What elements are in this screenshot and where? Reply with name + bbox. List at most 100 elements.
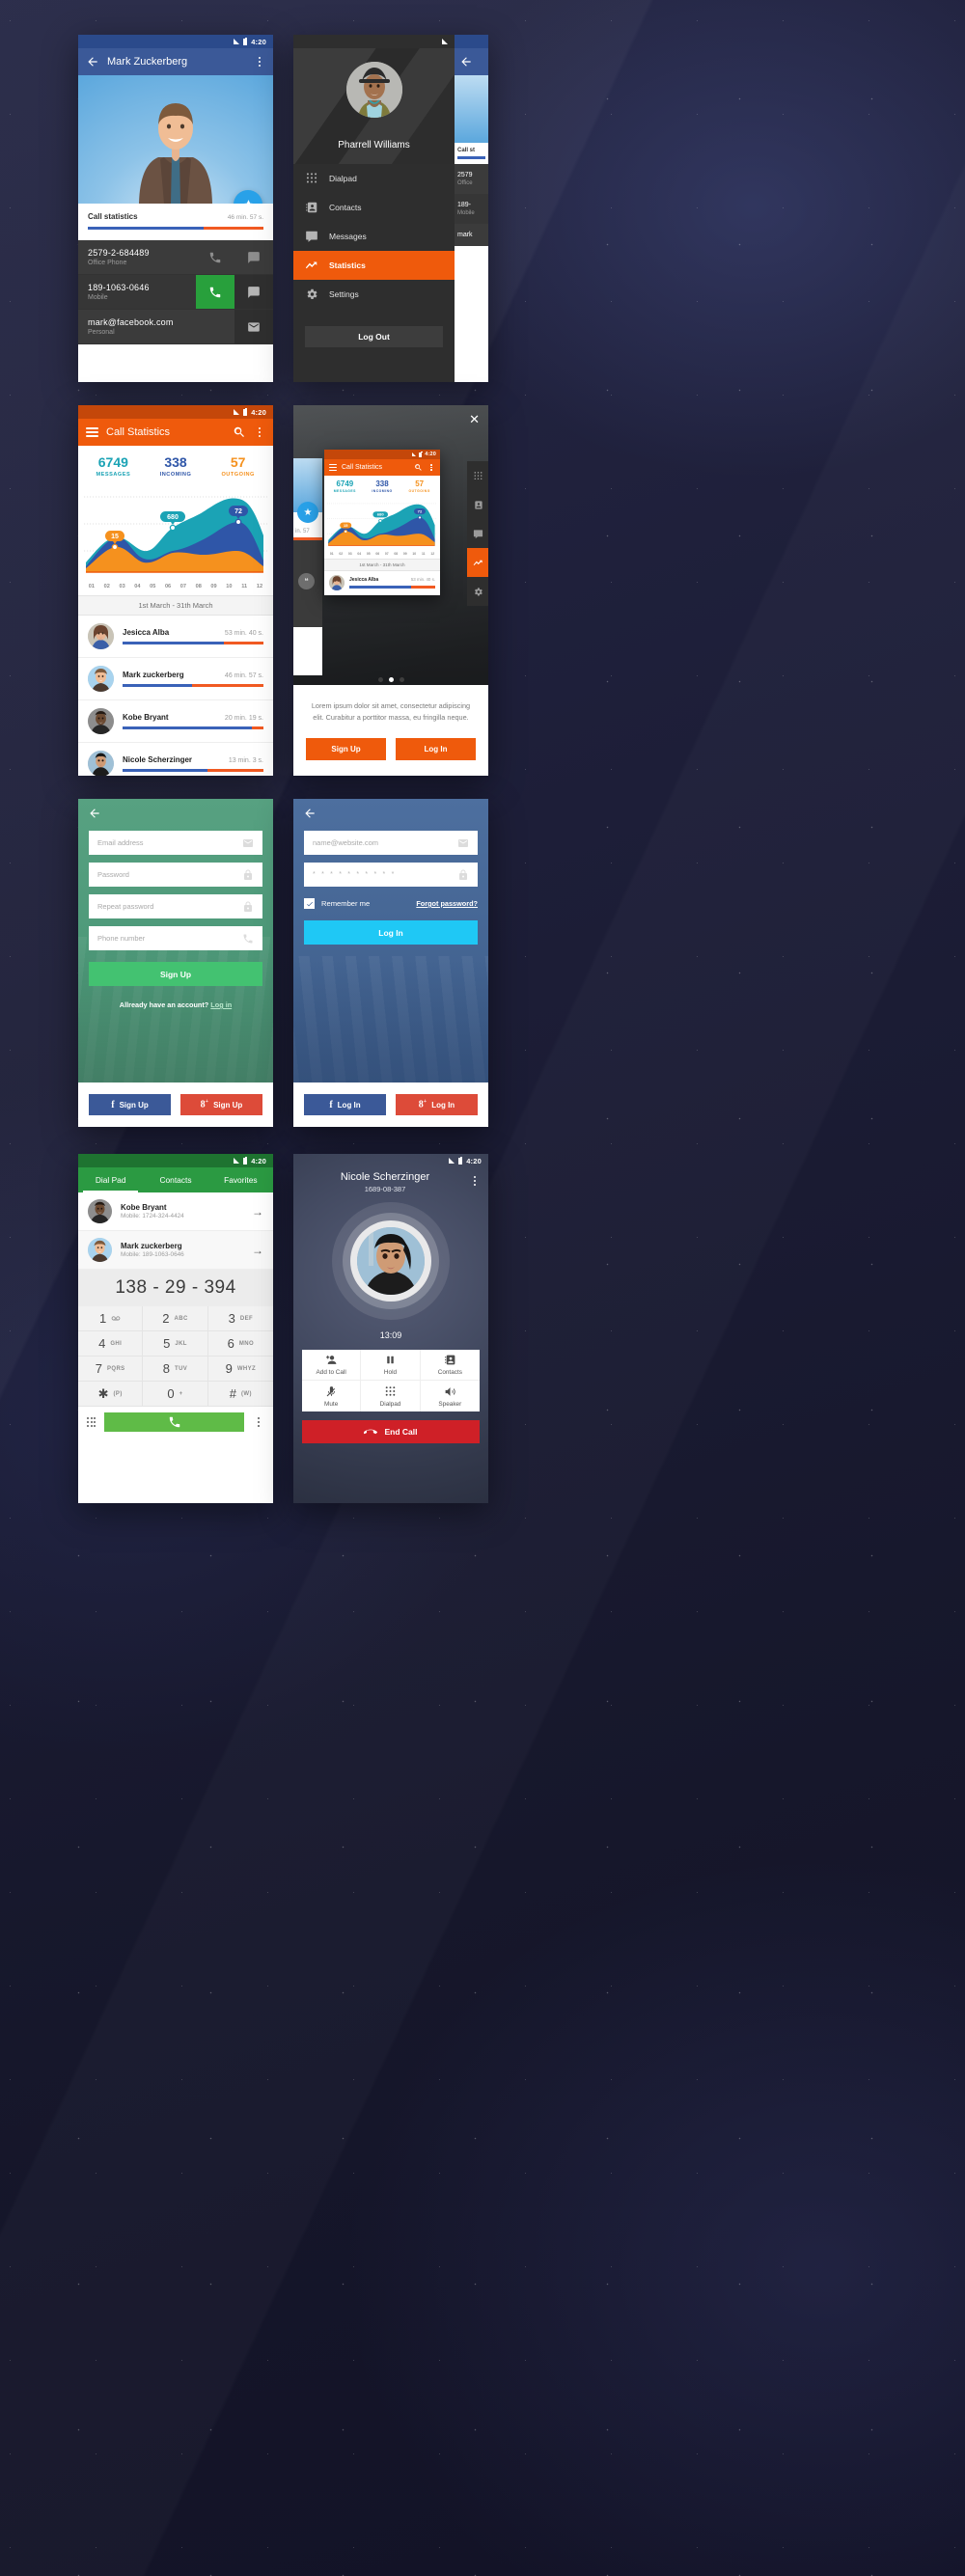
overflow-menu-icon[interactable] [254, 55, 265, 69]
list-item[interactable]: Nicole Scherzinger 13 min. 3 s. [78, 743, 273, 776]
key-1[interactable]: 1 [78, 1306, 144, 1331]
back-arrow-icon[interactable] [459, 55, 473, 69]
key-7[interactable]: 7 PQRS [78, 1357, 144, 1382]
pager-dot[interactable] [377, 677, 383, 682]
drawer-peek-panel[interactable]: Call st 2579 Office 189- Mobile mark [455, 35, 488, 382]
back-button[interactable] [293, 799, 488, 831]
speaker-button[interactable]: Speaker [421, 1381, 480, 1411]
hamburger-icon[interactable] [329, 464, 337, 471]
list-item[interactable]: Mark zuckerberg 46 min. 57 s. [78, 658, 273, 700]
dialpad-button[interactable]: Dialpad [361, 1381, 421, 1411]
key-9[interactable]: 9 WHYZ [207, 1357, 273, 1382]
hamburger-icon[interactable] [86, 427, 98, 437]
overflow-menu-icon[interactable] [253, 1415, 264, 1429]
search-icon[interactable] [414, 463, 423, 472]
pager-dot[interactable] [399, 677, 404, 682]
list-item[interactable]: Mark zuckerberg Mobile: 189-1063-0646 → [78, 1231, 273, 1270]
sidebar-item-statistics[interactable]: Statistics [293, 251, 455, 280]
pager-dots[interactable] [293, 677, 488, 682]
sidebar-item-contacts[interactable]: Contacts [293, 193, 455, 222]
list-item[interactable]: Kobe Bryant 20 min. 19 s. [78, 700, 273, 743]
message-button[interactable] [234, 240, 273, 274]
back-arrow-icon [88, 807, 101, 820]
hold-button[interactable]: Hold [361, 1350, 421, 1381]
email-field[interactable]: name@website.com [304, 831, 478, 855]
mail-button[interactable] [234, 310, 273, 343]
key-8[interactable]: 8 TUV [143, 1357, 208, 1382]
sidebar-item-messages[interactable]: Messages [293, 222, 455, 251]
contact-row-email[interactable]: mark@facebook.com Personal [78, 310, 273, 344]
statistics-icon[interactable] [467, 548, 488, 577]
add-to-call-button[interactable]: Add to Call [302, 1350, 362, 1381]
key-4[interactable]: 4 GHI [78, 1331, 144, 1357]
facebook-login-button[interactable]: f Log In [304, 1094, 386, 1115]
back-arrow-icon[interactable] [86, 55, 99, 69]
key-2[interactable]: 2 ABC [143, 1306, 208, 1331]
password-field[interactable]: Password [89, 863, 262, 887]
tab-favorites[interactable]: Favorites [208, 1167, 273, 1192]
key-hash[interactable]: # (W) [207, 1382, 273, 1407]
facebook-signup-button[interactable]: f Sign Up [89, 1094, 171, 1115]
sidebar-item-dialpad[interactable]: Dialpad [293, 164, 455, 193]
signup-button[interactable]: Sign Up [306, 738, 386, 761]
key-star[interactable]: ✱ (P) [78, 1382, 144, 1407]
sidebar-item-settings[interactable]: Settings [293, 280, 455, 309]
login-link[interactable]: Log in [210, 1000, 232, 1009]
list-item[interactable]: Jesicca Alba 53 min. 40 s. [324, 571, 440, 595]
forgot-password-link[interactable]: Forgot password? [416, 899, 478, 908]
peek-row-value: 189- [457, 202, 472, 208]
message-button[interactable] [234, 275, 273, 309]
settings-icon[interactable] [467, 577, 488, 606]
dialpad-grid-icon[interactable] [87, 1417, 96, 1427]
pager-dot-active[interactable] [388, 677, 394, 682]
login-button[interactable]: Log In [396, 738, 476, 761]
remember-me-checkbox[interactable] [304, 898, 315, 909]
overflow-menu-icon[interactable] [254, 425, 265, 439]
status-time: 4:20 [251, 407, 266, 417]
contact-row-office[interactable]: 2579-2-684489 Office Phone [78, 240, 273, 275]
mute-button[interactable]: Mute [302, 1381, 362, 1411]
back-arrow-icon [303, 807, 317, 820]
contact-number-label: Mobile [88, 294, 108, 301]
key-0[interactable]: 0 + [143, 1382, 208, 1407]
key-5[interactable]: 5 JKL [143, 1331, 208, 1357]
list-item[interactable]: Jesicca Alba 53 min. 40 s. [78, 616, 273, 658]
call-button[interactable] [104, 1412, 244, 1432]
close-icon[interactable]: ✕ [469, 413, 480, 425]
action-label: Dialpad [379, 1400, 401, 1408]
dialpad-icon[interactable] [467, 461, 488, 490]
contacts-icon [305, 201, 318, 214]
google-login-button[interactable]: 8+ Log In [396, 1094, 478, 1115]
call-button[interactable] [196, 275, 234, 309]
contact-number: 2579-2-684489 [88, 248, 150, 258]
photo-mark-zuckerberg [139, 103, 212, 204]
tab-contacts[interactable]: Contacts [143, 1167, 207, 1192]
contacts-button[interactable]: Contacts [420, 1350, 480, 1381]
phone-field[interactable]: Phone number [89, 926, 262, 950]
tab-dial-pad[interactable]: Dial Pad [78, 1167, 143, 1192]
login-submit-button[interactable]: Log In [304, 920, 478, 945]
end-call-button[interactable]: End Call [302, 1420, 480, 1443]
key-3[interactable]: 3 DEF [207, 1306, 273, 1331]
area-chart: 15 680 72 [78, 481, 273, 582]
overflow-menu-icon[interactable] [469, 1174, 481, 1188]
contact-row-mobile[interactable]: 189-1063-0646 Mobile [78, 275, 273, 310]
messages-icon[interactable] [467, 519, 488, 548]
key-6[interactable]: 6 MNO [207, 1331, 273, 1357]
overflow-menu-icon[interactable] [427, 463, 435, 472]
logout-button[interactable]: Log Out [305, 326, 443, 347]
search-icon[interactable] [233, 425, 246, 439]
arrow-right-icon[interactable]: → [252, 1205, 263, 1219]
google-signup-button[interactable]: 8+ Sign Up [180, 1094, 262, 1115]
contacts-icon[interactable] [467, 490, 488, 519]
arrow-right-icon[interactable]: → [252, 1244, 263, 1257]
email-field[interactable]: Email address [89, 831, 262, 855]
favorite-fab-button[interactable] [234, 190, 262, 204]
list-item[interactable]: Kobe Bryant Mobile: 1724-324-4424 → [78, 1192, 273, 1231]
repeat-password-field[interactable]: Repeat password [89, 894, 262, 918]
call-button[interactable] [196, 240, 234, 274]
action-label: Add to Call [316, 1369, 346, 1376]
signup-submit-button[interactable]: Sign Up [89, 962, 262, 986]
back-button[interactable] [78, 799, 273, 831]
password-field[interactable]: * * * * * * * * * * [304, 863, 478, 887]
